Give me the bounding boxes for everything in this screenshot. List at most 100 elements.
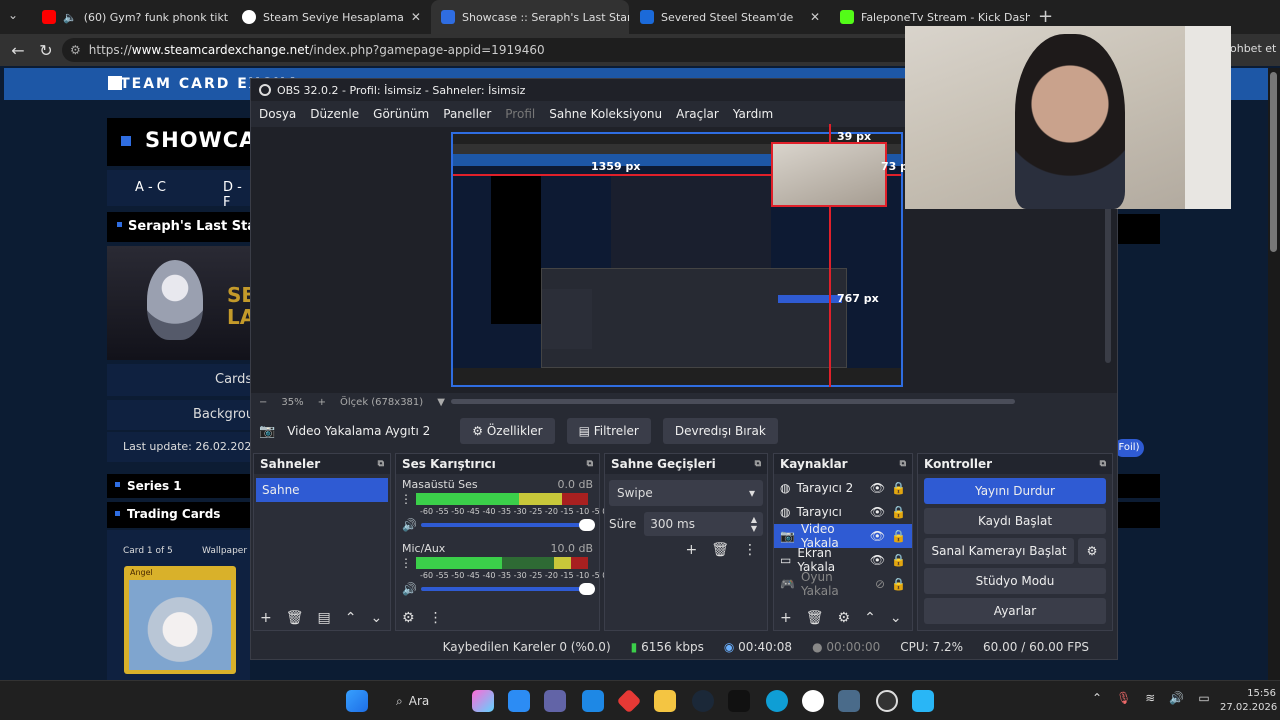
add-icon[interactable]: + [685,542,697,558]
copilot-icon[interactable] [472,690,494,712]
slider-handle[interactable] [579,519,595,531]
scrollbar-thumb[interactable] [1270,72,1277,252]
volume-slider[interactable] [420,583,595,595]
speaker-icon[interactable]: 🔊 [402,518,417,532]
stop-streaming-button[interactable]: Yayını Durdur [924,478,1106,504]
menu-dots-icon[interactable]: ⋮ [743,542,757,558]
search-button[interactable]: ⌕ Ara [396,690,452,712]
eye-icon[interactable]: 👁 [870,529,885,543]
tab-list-chevron-icon[interactable]: ⌄ [8,8,18,22]
trash-icon[interactable]: 🗑 [286,610,304,626]
start-virtual-camera-button[interactable]: Sanal Kamerayı Başlat [924,538,1074,564]
menu-dosya[interactable]: Dosya [259,107,296,121]
eye-off-icon[interactable]: ⊘ [875,577,885,591]
obs-icon[interactable] [876,690,898,712]
source-item-game-capture[interactable]: 🎮 Oyun Yakala ⊘ 🔒 [774,570,912,598]
extension-label[interactable]: ohbet et [1230,42,1276,55]
chevron-down-icon[interactable]: ▼ [437,397,445,408]
settings-button[interactable]: Ayarlar [924,598,1106,624]
menu-gorunum[interactable]: Görünüm [373,107,429,121]
wallpaper-label[interactable]: Wallpaper [202,546,247,556]
close-icon[interactable]: ✕ [411,10,421,24]
gear-icon[interactable]: ⚙ [1078,538,1106,564]
menu-profil[interactable]: Profil [505,107,535,121]
zoom-out-button[interactable]: − [259,397,267,408]
speaker-icon[interactable]: 🔊 [402,582,417,596]
menu-yardim[interactable]: Yardım [733,107,773,121]
git-icon[interactable] [616,688,642,714]
edge-icon[interactable] [766,690,788,712]
microphone-icon[interactable]: 🎙 [1116,691,1131,705]
duration-input[interactable]: 300 ms ▲ ▼ [644,512,763,536]
folder-icon[interactable] [654,690,676,712]
chevron-down-icon[interactable]: ⌄ [370,610,382,626]
gear-icon[interactable]: ⚙ [838,610,851,626]
properties-button[interactable]: ⚙ Özellikler [460,418,555,444]
scene-preview[interactable]: 1359 px 39 px 73 px 767 px [451,124,915,387]
chevron-up-icon[interactable]: ⌃ [864,610,876,626]
menu-paneller[interactable]: Paneller [443,107,491,121]
tab-steam-level[interactable]: Steam Seviye Hesaplama ✕ [232,0,428,34]
chevron-down-icon[interactable]: ⌄ [890,610,902,626]
scene-item[interactable]: Sahne [256,478,388,502]
close-icon[interactable]: ✕ [810,10,820,24]
epic-games-icon[interactable] [728,690,750,712]
vscode-icon[interactable] [582,690,604,712]
teams-icon[interactable] [544,690,566,712]
menu-duzenle[interactable]: Düzenle [310,107,359,121]
stepper-icon[interactable]: ▲ ▼ [751,515,757,533]
gear-icon[interactable]: ⚙ [402,610,415,626]
trash-icon[interactable]: 🗑 [806,610,824,626]
slider-handle[interactable] [579,583,595,595]
steam-icon[interactable] [692,690,714,712]
new-tab-button[interactable]: + [1038,6,1053,27]
lock-icon[interactable]: 🔒 [891,529,906,543]
reload-icon[interactable]: ↻ [32,41,60,60]
lock-icon[interactable]: 🔒 [891,577,906,591]
clock[interactable]: 15:56 27.02.2026 [1220,687,1277,715]
speaker-icon[interactable]: 🔈 [63,11,77,24]
calculator-icon[interactable] [838,690,860,712]
source-item-browser[interactable]: ◍ Tarayıcı 👁 🔒 [774,500,912,524]
eye-icon[interactable]: 👁 [870,481,885,495]
alpha-tab-d-f[interactable]: D - F [223,180,250,210]
start-icon[interactable] [346,690,368,712]
wifi-icon[interactable]: ≋ [1145,691,1155,705]
menu-araclar[interactable]: Araçlar [676,107,719,121]
lock-icon[interactable]: 🔒 [891,505,906,519]
trash-icon[interactable]: 🗑 [711,542,729,558]
menu-dots-icon[interactable]: ⋮ [429,610,443,626]
page-scrollbar[interactable] [1268,68,1280,680]
notepad-icon[interactable] [912,690,934,712]
lock-icon[interactable]: 🔒 [891,553,906,567]
eye-icon[interactable]: 👁 [870,505,885,519]
studio-mode-button[interactable]: Stüdyo Modu [924,568,1106,594]
store-icon[interactable] [508,690,530,712]
chevron-up-icon[interactable]: ⌃ [1092,691,1102,705]
source-item-browser-2[interactable]: ◍ Tarayıcı 2 👁 🔒 [774,476,912,500]
add-icon[interactable]: + [260,610,272,626]
undock-icon[interactable]: ⧉ [1100,459,1106,469]
menu-sahne-koleksiyonu[interactable]: Sahne Koleksiyonu [549,107,662,121]
alpha-tab-a-c[interactable]: A - C [135,180,166,195]
tab-showcase[interactable]: Showcase :: Seraph's Last Stand ✕ [431,0,629,34]
volume-icon[interactable]: 🔊 [1169,691,1184,705]
menu-dots-icon[interactable]: ⋮ [396,492,416,506]
chevron-up-icon[interactable]: ⌃ [345,610,357,626]
eye-icon[interactable]: 👁 [870,553,885,567]
lock-icon[interactable]: 🔒 [891,481,906,495]
site-info-icon[interactable]: ⚙ [70,43,81,57]
chrome-icon[interactable] [802,690,824,712]
transition-select[interactable]: Swipe ▾ [609,480,763,506]
source-item-screen-capture[interactable]: ▭ Ekran Yakala 👁 🔒 [774,546,912,574]
battery-icon[interactable]: ▭ [1198,691,1209,705]
undock-icon[interactable]: ⧉ [378,459,384,469]
menu-dots-icon[interactable]: ⋮ [396,556,416,570]
selected-source-box[interactable] [771,142,887,207]
undock-icon[interactable]: ⧉ [900,459,906,469]
tab-youtube[interactable]: 🔈 (60) Gym? funk phonk tiktok e ✕ [32,0,228,34]
back-arrow-icon[interactable]: ← [4,41,32,60]
deactivate-button[interactable]: Devredışı Bırak [662,418,778,444]
filter-icon[interactable]: ▤ [318,610,331,626]
zoom-in-button[interactable]: + [318,397,326,408]
